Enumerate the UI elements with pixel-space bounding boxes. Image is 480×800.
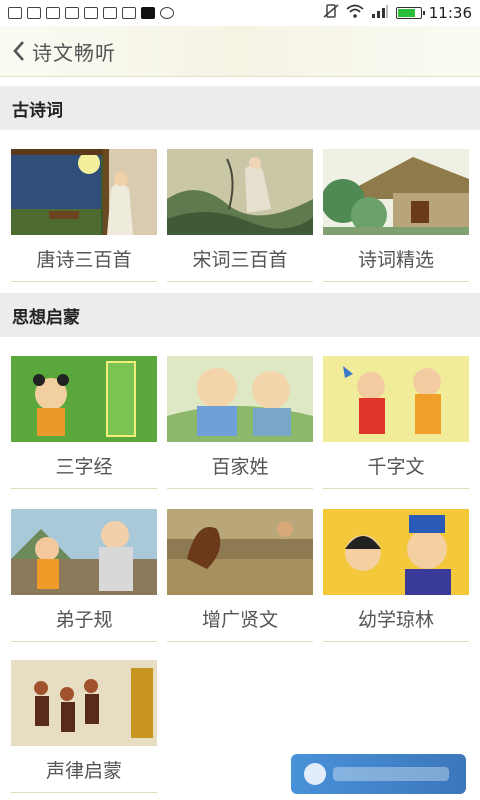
card-qianziwen[interactable]: 千字文: [323, 356, 469, 489]
card-label: 弟子规: [11, 595, 157, 642]
calendar-icon: [65, 7, 79, 19]
costumed-kids-thumbnail: [323, 356, 469, 442]
card-tangshi[interactable]: 唐诗三百首: [11, 149, 157, 282]
section-header: 思想启蒙: [0, 293, 480, 337]
chevron-left-icon: [13, 41, 24, 61]
poet-moon-thumbnail: [11, 149, 157, 235]
watermark-logo: [291, 754, 466, 794]
rooster-yard-thumbnail: [167, 509, 313, 595]
message-icon: [8, 7, 22, 19]
card-label: 增广贤文: [167, 595, 313, 642]
app-icon: [27, 7, 41, 19]
vibrate-icon: [323, 4, 339, 22]
card-label: 三字经: [11, 442, 157, 489]
card-songci[interactable]: 宋词三百首: [167, 149, 313, 282]
card-label: 幼学琼林: [323, 595, 469, 642]
card-shicijingxuan[interactable]: 诗词精选: [323, 149, 469, 282]
card-youxueqionglin[interactable]: 幼学琼林: [323, 509, 469, 642]
card-label: 百家姓: [167, 442, 313, 489]
signal-icon: [371, 4, 389, 22]
image-icon: [103, 7, 117, 19]
child-scroll-thumbnail: [11, 356, 157, 442]
lady-garden-thumbnail: [167, 149, 313, 235]
more-icon: [160, 7, 174, 19]
thatched-hut-thumbnail: [323, 149, 469, 235]
card-baijiaxing[interactable]: 百家姓: [167, 356, 313, 489]
dancers-thumbnail: [11, 660, 157, 746]
battery-icon: [395, 7, 425, 19]
briefcase-icon: [122, 7, 136, 19]
status-bar: 11:36: [0, 0, 480, 26]
notification-icons: [0, 7, 174, 19]
two-children-thumbnail: [167, 356, 313, 442]
card-label: 诗词精选: [323, 235, 469, 282]
card-dizigui[interactable]: 弟子规: [11, 509, 157, 642]
card-sanzijing[interactable]: 三字经: [11, 356, 157, 489]
section-title: 思想启蒙: [12, 307, 80, 328]
clock: 11:36: [428, 4, 472, 22]
calendar-icon: [46, 7, 60, 19]
boy-elder-thumbnail: [11, 509, 157, 595]
card-label: 千字文: [323, 442, 469, 489]
card-label: 宋词三百首: [167, 235, 313, 282]
card-shenglvqimeng[interactable]: 声律启蒙: [11, 660, 157, 793]
scholar-girl-thumbnail: [323, 509, 469, 595]
card-label: 声律启蒙: [11, 746, 157, 793]
nav-bar: 诗文畅听: [0, 26, 480, 77]
card-zengguangxianwen[interactable]: 增广贤文: [167, 509, 313, 642]
card-label: 唐诗三百首: [11, 235, 157, 282]
app-icon: [141, 7, 155, 19]
back-button[interactable]: [6, 26, 32, 76]
usb-icon: [84, 7, 98, 19]
page-title: 诗文畅听: [32, 40, 116, 65]
wifi-icon: [346, 4, 364, 22]
section-header: 古诗词: [0, 86, 480, 130]
section-title: 古诗词: [12, 100, 63, 121]
